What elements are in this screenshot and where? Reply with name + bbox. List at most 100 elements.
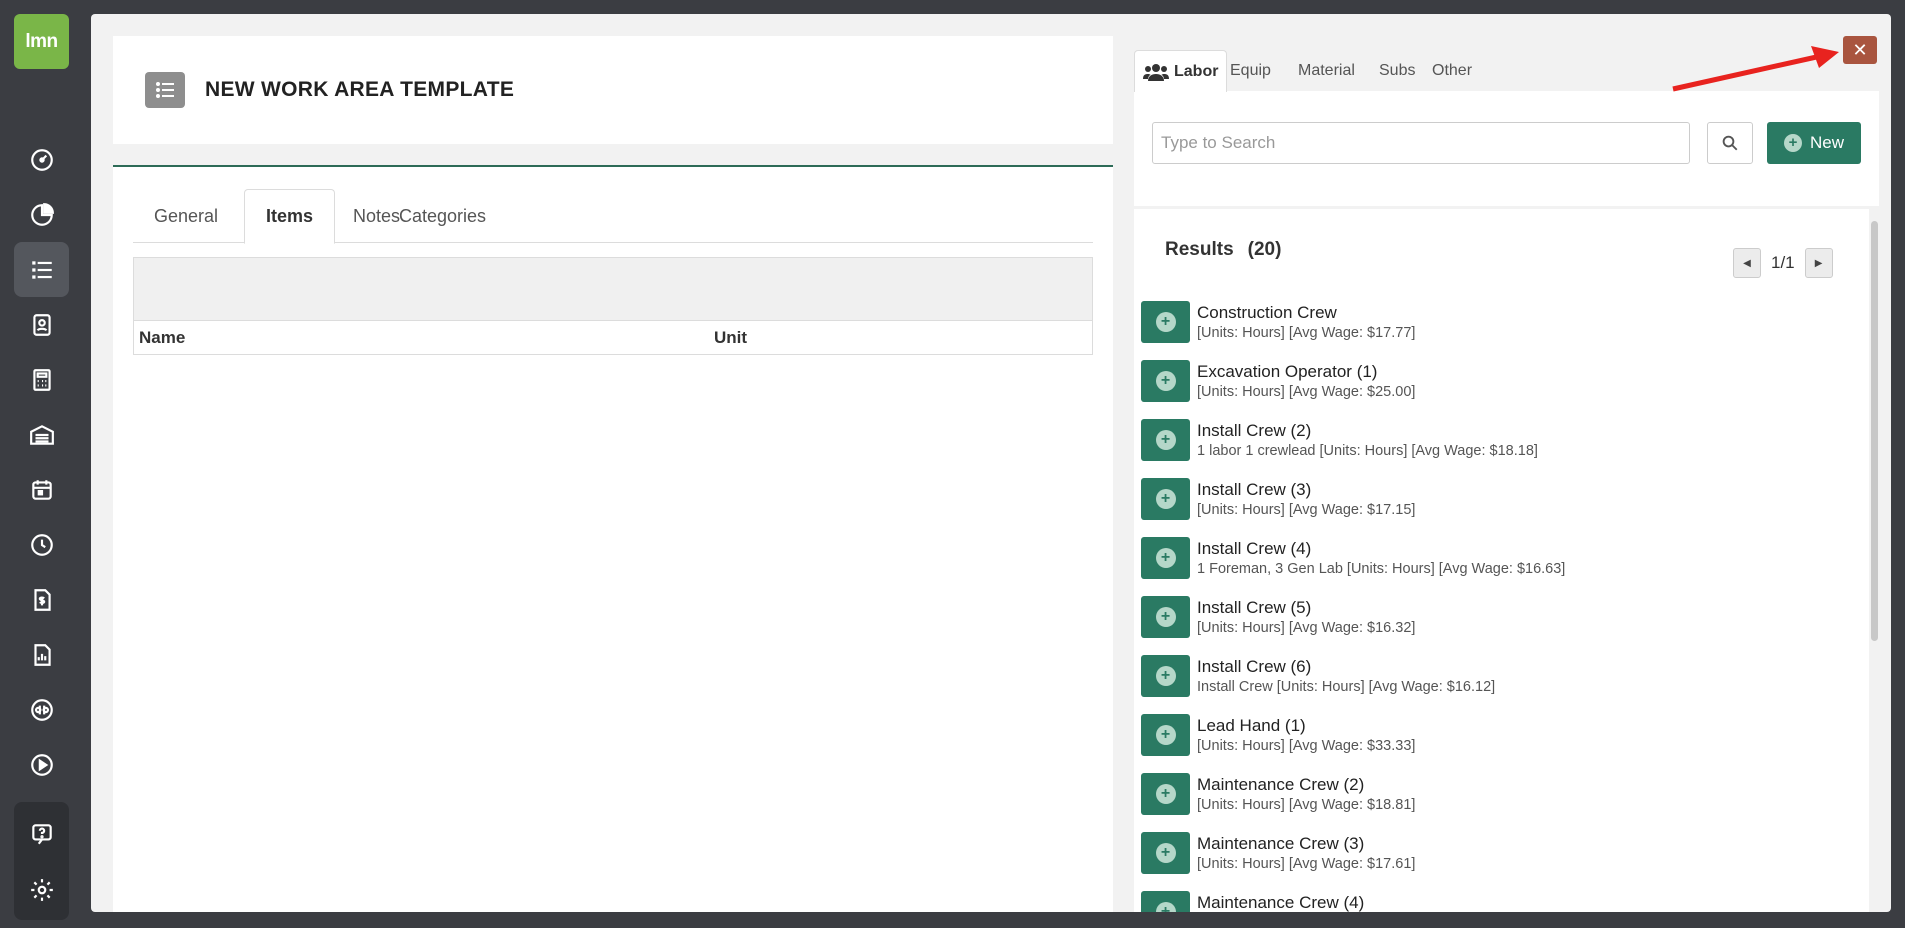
result-item: + Install Crew (6) Install Crew [Units: Ho… [1141, 655, 1495, 711]
nav-schedule[interactable] [14, 462, 69, 517]
result-item: + Maintenance Crew (2) [Units: Hours] [Avg… [1141, 773, 1415, 829]
result-item-desc: Install Crew [Units: Hours] [Avg Wage: $… [1197, 679, 1496, 695]
page-title: NEW WORK AREA TEMPLATE [205, 78, 515, 101]
gear-icon [30, 878, 53, 901]
result-item: + Install Crew (5) [Units: Hours] [Avg Wag… [1141, 596, 1415, 652]
tab-material[interactable]: Material [1290, 50, 1363, 91]
add-item-button[interactable]: + [1141, 714, 1190, 756]
result-item-name[interactable]: Maintenance Crew (4) [1197, 892, 1364, 912]
result-item-desc: [Units: Hours] [Avg Wage: $17.61] [1197, 856, 1416, 872]
sidebar-bottom-group [14, 802, 69, 920]
result-item-name[interactable]: Maintenance Crew (2) [1197, 774, 1415, 796]
tab-categories[interactable]: Categories [378, 189, 507, 243]
result-item-desc: [Units: Hours] [Avg Wage: $17.77] [1197, 325, 1416, 341]
tab-other[interactable]: Other [1424, 50, 1480, 91]
nav-contacts[interactable] [14, 297, 69, 352]
tab-labor[interactable]: Labor [1134, 50, 1228, 92]
result-item: + Install Crew (4) 1 Foreman, 3 Gen Lab [U… [1141, 537, 1565, 593]
plus-circle-icon: + [1155, 784, 1176, 804]
add-item-button[interactable]: + [1141, 832, 1190, 874]
plus-circle-icon: + [1783, 134, 1802, 152]
add-item-button[interactable]: + [1141, 655, 1190, 697]
nav-help[interactable] [14, 806, 69, 861]
results-panel: Results (20) ◀ 1/1 ▶ + Construction Crew [U… [1134, 209, 1879, 912]
add-item-button[interactable]: + [1141, 891, 1190, 912]
plus-circle-icon: + [1155, 666, 1176, 686]
nav-tutorials[interactable] [14, 737, 69, 792]
plus-circle-icon: + [1155, 430, 1176, 450]
sidebar: lmn [0, 0, 83, 928]
result-item-name[interactable]: Install Crew (2) [1197, 420, 1538, 442]
search-input[interactable] [1152, 122, 1690, 164]
nav-reports[interactable] [14, 627, 69, 682]
tab-equip[interactable]: Equip [1222, 50, 1279, 91]
pager: ◀ 1/1 ▶ [1733, 248, 1833, 278]
users-icon [1143, 63, 1169, 81]
calendar-icon [31, 479, 52, 500]
add-item-button[interactable]: + [1141, 773, 1190, 815]
add-item-button[interactable]: + [1141, 596, 1190, 638]
tab-general[interactable]: General [133, 189, 239, 243]
results-count: (20) [1247, 239, 1282, 260]
results-scrollbar[interactable] [1869, 209, 1879, 912]
nav-reports-pie[interactable] [14, 187, 69, 242]
nav-warehouse[interactable] [14, 407, 69, 462]
result-item: + Install Crew (2) 1 labor 1 crewlead [Uni… [1141, 419, 1538, 475]
results-label: Results [1165, 239, 1234, 260]
table-header: Name Unit [134, 321, 1092, 354]
result-item-name[interactable]: Construction Crew [1197, 302, 1415, 324]
result-item: + Construction Crew [Units: Hours] [Avg Wa… [1141, 301, 1415, 357]
add-item-button[interactable]: + [1141, 419, 1190, 461]
tab-bar: General Items Notes Categories [133, 189, 1093, 244]
result-item-name[interactable]: Install Crew (6) [1197, 656, 1495, 678]
nav-invoices[interactable] [14, 572, 69, 627]
column-name[interactable]: Name [139, 328, 185, 348]
search-button[interactable] [1707, 122, 1753, 164]
close-button[interactable]: ✕ [1843, 36, 1877, 64]
nav-timesheets[interactable] [14, 517, 69, 572]
result-item-name[interactable]: Install Crew (3) [1197, 479, 1415, 501]
result-item-text: Construction Crew [Units: Hours] [Avg Wag… [1197, 301, 1415, 357]
nav-quickbooks[interactable] [14, 682, 69, 737]
search-icon [1722, 135, 1738, 151]
nav-settings[interactable] [14, 862, 69, 917]
scroll-thumb[interactable] [1871, 221, 1878, 641]
result-item-desc: [Units: Hours] [Avg Wage: $17.15] [1197, 502, 1416, 518]
plus-circle-icon: + [1155, 548, 1176, 568]
play-icon [30, 753, 53, 776]
template-modal: NEW WORK AREA TEMPLATE General Items Not… [91, 14, 1891, 912]
result-item-text: Excavation Operator (1) [Units: Hours] [A… [1197, 360, 1415, 416]
app-logo[interactable]: lmn [14, 14, 69, 69]
result-item-name[interactable]: Lead Hand (1) [1197, 715, 1415, 737]
plus-circle-icon: + [1155, 725, 1176, 745]
column-unit[interactable]: Unit [714, 328, 747, 348]
result-item-name[interactable]: Excavation Operator (1) [1197, 361, 1415, 383]
new-button[interactable]: + New [1767, 122, 1861, 164]
prev-page-button[interactable]: ◀ [1733, 248, 1761, 278]
annotation-arrow [1672, 46, 1839, 92]
report-icon [33, 643, 51, 666]
plus-circle-icon: + [1155, 607, 1176, 627]
result-item-name[interactable]: Install Crew (4) [1197, 538, 1565, 560]
result-item-name[interactable]: Install Crew (5) [1197, 597, 1415, 619]
page-indicator: 1/1 [1771, 253, 1795, 272]
new-button-label: New [1809, 133, 1844, 152]
add-item-button[interactable]: + [1141, 537, 1190, 579]
next-page-button[interactable]: ▶ [1804, 248, 1833, 278]
nav-dashboard[interactable] [14, 132, 69, 187]
nav-estimates[interactable] [14, 352, 69, 407]
result-item-text: Install Crew (4) 1 Foreman, 3 Gen Lab [Un… [1197, 537, 1565, 593]
add-item-button[interactable]: + [1141, 478, 1190, 520]
pie-chart-icon [30, 202, 54, 226]
result-item-text: Install Crew (5) [Units: Hours] [Avg Wage… [1197, 596, 1415, 652]
tab-subs[interactable]: Subs [1371, 50, 1423, 91]
result-item-desc: 1 labor 1 crewlead [Units: Hours] [Avg W… [1197, 443, 1538, 459]
add-item-button[interactable]: + [1141, 360, 1190, 402]
result-item: + Lead Hand (1) [Units: Hours] [Avg Wage: … [1141, 714, 1415, 770]
result-item: + Maintenance Crew (3) [Units: Hours] [Avg… [1141, 832, 1415, 888]
result-item-name[interactable]: Maintenance Crew (3) [1197, 833, 1415, 855]
nav-templates[interactable] [14, 242, 69, 297]
result-item-desc: [Units: Hours] [Avg Wage: $33.33] [1197, 738, 1416, 754]
add-item-button[interactable]: + [1141, 301, 1190, 343]
tab-items[interactable]: Items [244, 189, 336, 244]
